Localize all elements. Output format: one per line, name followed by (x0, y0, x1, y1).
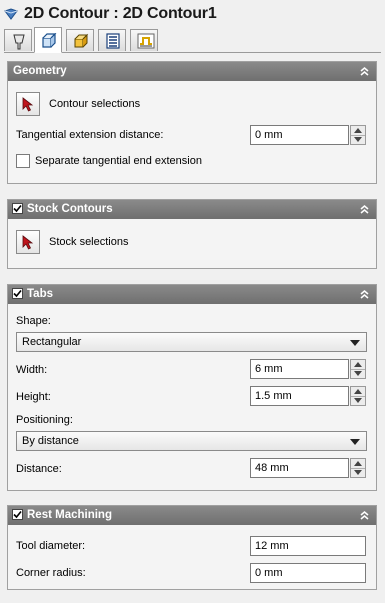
collapse-icon[interactable] (359, 66, 370, 77)
contour-selections-button[interactable] (16, 92, 40, 116)
linking-icon (137, 33, 155, 49)
rest-machining-panel-header[interactable]: Rest Machining (8, 506, 376, 525)
collapse-icon[interactable] (359, 510, 370, 521)
shape-label: Shape: (16, 315, 51, 327)
geometry-panel-title: Geometry (13, 65, 67, 77)
corner-radius-label: Corner radius: (16, 567, 86, 579)
tabs-enable-checkbox[interactable] (12, 288, 23, 299)
spin-down-button[interactable] (351, 468, 365, 477)
dialog-title: 2D Contour : 2D Contour1 (24, 5, 217, 22)
geometry-panel: Geometry Contour selections Tangential e… (7, 61, 377, 184)
width-spinner[interactable]: 6 mm (250, 359, 367, 379)
positioning-label: Positioning: (16, 414, 73, 426)
stock-contours-enable-checkbox[interactable] (12, 203, 23, 214)
separate-tangential-label: Separate tangential end extension (35, 155, 202, 167)
separate-tangential-checkbox[interactable] (16, 154, 30, 168)
shape-dropdown-value: Rectangular (22, 336, 82, 348)
width-label: Width: (16, 364, 48, 376)
rest-machining-panel: Rest Machining Tool diameter: 12 mm Corn… (7, 505, 377, 590)
cursor-arrow-icon (22, 97, 34, 112)
tangential-extension-field[interactable]: 0 mm (250, 125, 349, 145)
distance-field[interactable]: 48 mm (250, 458, 349, 478)
chevron-down-icon (350, 439, 360, 445)
positioning-dropdown-value: By distance (22, 435, 79, 447)
rest-machining-panel-title: Rest Machining (27, 509, 112, 521)
contour-selections-label: Contour selections (49, 98, 141, 110)
stock-selections-label: Stock selections (49, 236, 129, 248)
stock-contours-panel-title: Stock Contours (27, 203, 113, 215)
passes-icon (106, 33, 120, 49)
tab-geometry[interactable] (34, 27, 62, 53)
tangential-extension-label: Tangential extension distance: (16, 129, 164, 141)
chevron-down-icon (350, 340, 360, 346)
width-field[interactable]: 6 mm (250, 359, 349, 379)
stock-contours-panel: Stock Contours Stock selections (7, 199, 377, 269)
height-label: Height: (16, 391, 51, 403)
cursor-arrow-icon (22, 235, 34, 250)
tool-icon (13, 34, 25, 50)
height-spinner[interactable]: 1.5 mm (250, 386, 367, 406)
distance-spinner[interactable]: 48 mm (250, 458, 367, 478)
height-field[interactable]: 1.5 mm (250, 386, 349, 406)
tabs-panel: Tabs Shape: Rectangular Width: 6 mm Heig… (7, 284, 377, 491)
positioning-dropdown[interactable]: By distance (16, 431, 367, 451)
spin-down-button[interactable] (351, 396, 365, 405)
stock-contours-panel-header[interactable]: Stock Contours (8, 200, 376, 219)
shape-dropdown[interactable]: Rectangular (16, 332, 367, 352)
tangential-extension-spinner[interactable]: 0 mm (250, 125, 367, 145)
tool-diameter-field[interactable]: 12 mm (250, 536, 366, 556)
heights-icon (74, 33, 89, 48)
rest-machining-enable-checkbox[interactable] (12, 509, 23, 520)
collapse-icon[interactable] (359, 289, 370, 300)
tabs-panel-header[interactable]: Tabs (8, 285, 376, 304)
collapse-icon[interactable] (359, 204, 370, 215)
tab-strip (4, 27, 381, 53)
tab-passes[interactable] (98, 29, 126, 51)
tool-diameter-label: Tool diameter: (16, 540, 86, 552)
geometry-panel-header[interactable]: Geometry (8, 62, 376, 81)
spin-down-button[interactable] (351, 369, 365, 378)
spin-down-button[interactable] (351, 135, 365, 144)
tabs-panel-title: Tabs (27, 288, 53, 300)
contour-icon (4, 8, 18, 20)
geometry-icon (42, 33, 57, 48)
tab-tool[interactable] (4, 29, 32, 51)
tab-linking[interactable] (130, 29, 158, 51)
corner-radius-field[interactable]: 0 mm (250, 563, 366, 583)
tab-heights[interactable] (66, 29, 94, 51)
dialog-title-bar: 2D Contour : 2D Contour1 (0, 0, 385, 28)
distance-label: Distance: (16, 463, 62, 475)
stock-selections-button[interactable] (16, 230, 40, 254)
